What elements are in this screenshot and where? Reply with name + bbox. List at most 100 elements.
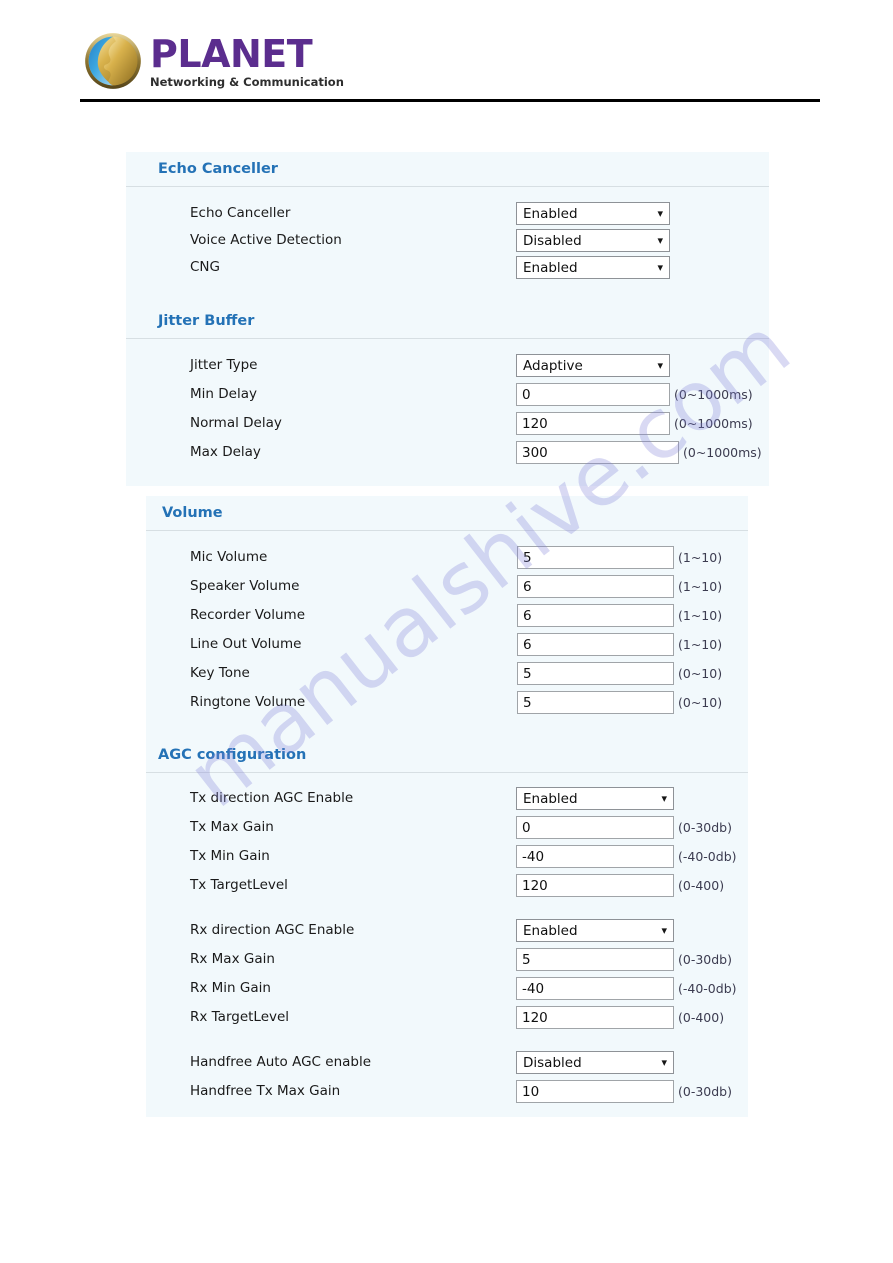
field-hint-volume-0: (1~10) <box>678 550 723 565</box>
input-agc-configuration-5[interactable]: 5 <box>516 948 674 971</box>
section-divider-agc-configuration <box>146 772 748 773</box>
chevron-down-icon: ▾ <box>661 1056 667 1069</box>
input-value: 6 <box>523 607 532 624</box>
chevron-down-icon: ▾ <box>657 207 663 220</box>
select-echo-canceller-2[interactable]: Enabled ▾ <box>516 256 670 279</box>
input-value: 5 <box>523 694 532 711</box>
field-label-agc-configuration-2: Tx Min Gain <box>190 848 270 864</box>
select-jitter-buffer-0[interactable]: Adaptive ▾ <box>516 354 670 377</box>
input-agc-configuration-9[interactable]: 10 <box>516 1080 674 1103</box>
input-value: 5 <box>522 951 531 968</box>
field-label-agc-configuration-3: Tx TargetLevel <box>190 877 288 893</box>
input-value: 120 <box>522 877 548 894</box>
select-agc-configuration-0[interactable]: Enabled ▾ <box>516 787 674 810</box>
input-agc-configuration-6[interactable]: -40 <box>516 977 674 1000</box>
field-hint-volume-5: (0~10) <box>678 695 723 710</box>
field-label-volume-1: Speaker Volume <box>190 578 300 594</box>
field-label-volume-2: Recorder Volume <box>190 607 306 623</box>
input-agc-configuration-2[interactable]: -40 <box>516 845 674 868</box>
field-label-agc-configuration-9: Handfree Tx Max Gain <box>190 1083 341 1099</box>
field-hint-jitter-buffer-3: (0~1000ms) <box>683 445 762 460</box>
field-label-volume-3: Line Out Volume <box>190 636 302 652</box>
input-value: 5 <box>523 665 532 682</box>
select-value: Disabled <box>523 232 582 249</box>
input-volume-2[interactable]: 6 <box>517 604 674 627</box>
chevron-down-icon: ▾ <box>661 792 667 805</box>
field-label-agc-configuration-8: Handfree Auto AGC enable <box>190 1054 372 1070</box>
select-value: Enabled <box>523 259 578 276</box>
section-title-jitter-buffer: Jitter Buffer <box>158 313 255 329</box>
field-label-volume-4: Key Tone <box>190 665 250 681</box>
select-echo-canceller-1[interactable]: Disabled ▾ <box>516 229 670 252</box>
field-label-agc-configuration-1: Tx Max Gain <box>190 819 274 835</box>
field-label-jitter-buffer-2: Normal Delay <box>190 415 282 431</box>
select-value: Adaptive <box>523 357 583 374</box>
field-label-agc-configuration-7: Rx TargetLevel <box>190 1009 290 1025</box>
field-hint-agc-configuration-2: (-40-0db) <box>678 849 737 864</box>
section-title-volume: Volume <box>162 505 223 521</box>
input-volume-0[interactable]: 5 <box>517 546 674 569</box>
input-volume-1[interactable]: 6 <box>517 575 674 598</box>
field-label-agc-configuration-5: Rx Max Gain <box>190 951 275 967</box>
section-divider-volume <box>146 530 748 531</box>
field-label-echo-canceller-2: CNG <box>190 259 220 275</box>
select-value: Enabled <box>523 205 578 222</box>
field-hint-agc-configuration-3: (0-400) <box>678 878 725 893</box>
field-label-agc-configuration-0: Tx direction AGC Enable <box>190 790 354 806</box>
select-agc-configuration-4[interactable]: Enabled ▾ <box>516 919 674 942</box>
input-value: -40 <box>522 980 545 997</box>
chevron-down-icon: ▾ <box>657 359 663 372</box>
input-value: 120 <box>522 415 548 432</box>
input-value: 5 <box>523 549 532 566</box>
field-hint-volume-4: (0~10) <box>678 666 723 681</box>
select-agc-configuration-8[interactable]: Disabled ▾ <box>516 1051 674 1074</box>
field-label-agc-configuration-4: Rx direction AGC Enable <box>190 922 355 938</box>
input-agc-configuration-7[interactable]: 120 <box>516 1006 674 1029</box>
field-label-echo-canceller-0: Echo Canceller <box>190 205 291 221</box>
field-label-echo-canceller-1: Voice Active Detection <box>190 232 342 248</box>
section-divider-jitter-buffer <box>126 338 769 339</box>
field-label-jitter-buffer-3: Max Delay <box>190 444 261 460</box>
input-jitter-buffer-2[interactable]: 120 <box>516 412 670 435</box>
field-hint-agc-configuration-9: (0-30db) <box>678 1084 732 1099</box>
chevron-down-icon: ▾ <box>657 261 663 274</box>
field-label-jitter-buffer-0: Jitter Type <box>190 357 258 373</box>
field-label-jitter-buffer-1: Min Delay <box>190 386 257 402</box>
section-title-agc-configuration: AGC configuration <box>158 747 307 763</box>
input-value: 0 <box>522 819 531 836</box>
field-hint-jitter-buffer-1: (0~1000ms) <box>674 387 753 402</box>
field-hint-agc-configuration-7: (0-400) <box>678 1010 725 1025</box>
field-hint-volume-2: (1~10) <box>678 608 723 623</box>
select-value: Enabled <box>523 922 578 939</box>
chevron-down-icon: ▾ <box>661 924 667 937</box>
field-hint-agc-configuration-1: (0-30db) <box>678 820 732 835</box>
input-value: -40 <box>522 848 545 865</box>
field-hint-volume-3: (1~10) <box>678 637 723 652</box>
select-value: Enabled <box>523 790 578 807</box>
select-value: Disabled <box>523 1054 582 1071</box>
input-value: 6 <box>523 636 532 653</box>
field-hint-volume-1: (1~10) <box>678 579 723 594</box>
input-agc-configuration-3[interactable]: 120 <box>516 874 674 897</box>
field-label-agc-configuration-6: Rx Min Gain <box>190 980 271 996</box>
input-volume-3[interactable]: 6 <box>517 633 674 656</box>
input-jitter-buffer-1[interactable]: 0 <box>516 383 670 406</box>
input-value: 6 <box>523 578 532 595</box>
section-title-echo-canceller: Echo Canceller <box>158 161 278 177</box>
input-jitter-buffer-3[interactable]: 300 <box>516 441 679 464</box>
input-value: 300 <box>522 444 548 461</box>
input-agc-configuration-1[interactable]: 0 <box>516 816 674 839</box>
input-value: 10 <box>522 1083 540 1100</box>
input-volume-5[interactable]: 5 <box>517 691 674 714</box>
field-label-volume-5: Ringtone Volume <box>190 694 306 710</box>
select-echo-canceller-0[interactable]: Enabled ▾ <box>516 202 670 225</box>
section-divider-echo-canceller <box>126 186 769 187</box>
field-hint-agc-configuration-5: (0-30db) <box>678 952 732 967</box>
field-label-volume-0: Mic Volume <box>190 549 268 565</box>
field-hint-jitter-buffer-2: (0~1000ms) <box>674 416 753 431</box>
input-volume-4[interactable]: 5 <box>517 662 674 685</box>
input-value: 0 <box>522 386 531 403</box>
chevron-down-icon: ▾ <box>657 234 663 247</box>
field-hint-agc-configuration-6: (-40-0db) <box>678 981 737 996</box>
input-value: 120 <box>522 1009 548 1026</box>
